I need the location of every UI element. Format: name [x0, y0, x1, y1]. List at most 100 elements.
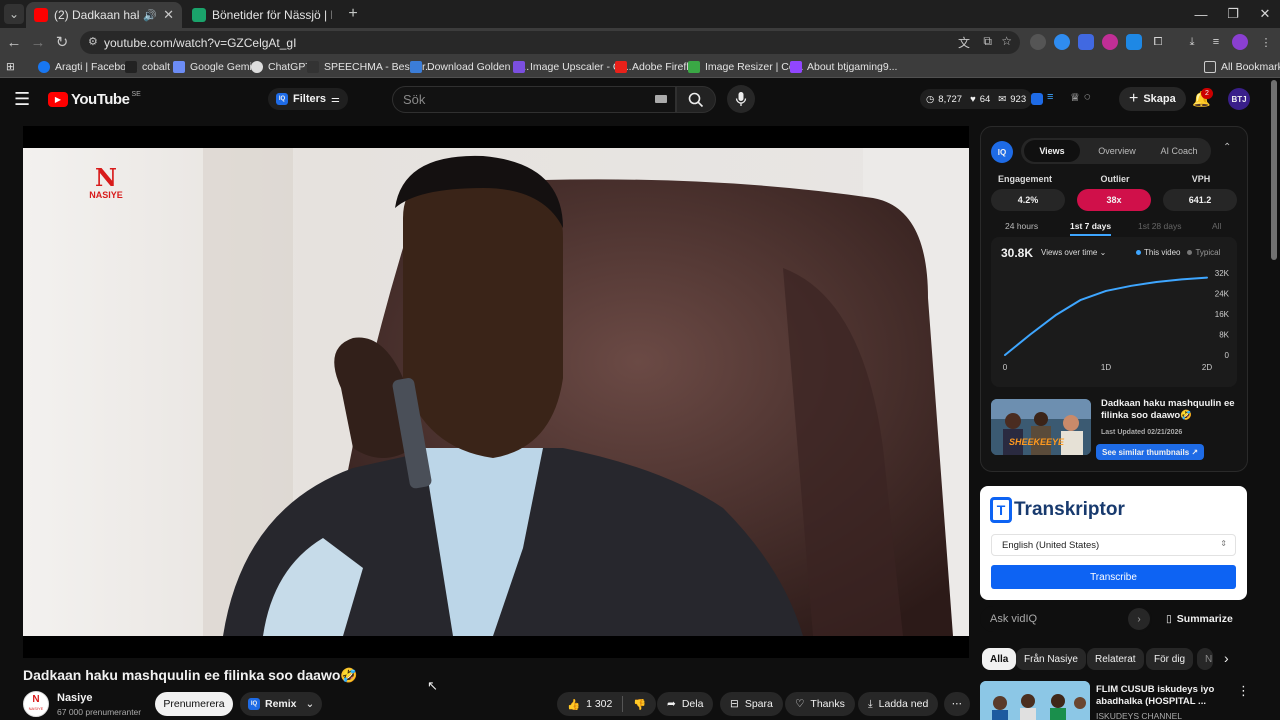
- close-window-icon[interactable]: ✕: [1250, 4, 1280, 24]
- video-thumbnail[interactable]: SHEEKEEYE: [991, 399, 1091, 455]
- views-dropdown[interactable]: Views over time ⌄: [1041, 248, 1106, 257]
- extension-4-icon[interactable]: [1102, 34, 1118, 50]
- extension-5-icon[interactable]: [1126, 34, 1142, 50]
- twitch-icon: [790, 61, 802, 73]
- minimize-icon[interactable]: —: [1186, 4, 1216, 24]
- metric-engagement: 4.2%: [991, 189, 1065, 211]
- vidiq-icon: IQ: [248, 698, 260, 710]
- recommended-thumbnail[interactable]: [980, 681, 1090, 720]
- maximize-icon[interactable]: ❐: [1218, 4, 1248, 24]
- account-avatar[interactable]: BTJ: [1228, 88, 1250, 110]
- channel-name[interactable]: Nasiye: [57, 692, 92, 704]
- extension-2-icon[interactable]: [1054, 34, 1070, 50]
- thumbnail-title: Dadkaan haku mashquulin ee filinka soo d…: [1101, 398, 1235, 421]
- send-arrow-icon[interactable]: ›: [1128, 608, 1150, 630]
- bookmark-chatgpt[interactable]: ChatGPT: [251, 59, 312, 75]
- tab-overview[interactable]: Overview: [1089, 140, 1145, 162]
- keyboard-icon[interactable]: [655, 95, 667, 103]
- downloads-icon[interactable]: ⤓: [1184, 34, 1200, 50]
- bookmark-star-icon[interactable]: ☆: [1001, 34, 1012, 48]
- subscriber-count: 67 000 prenumeranter: [57, 707, 142, 717]
- create-button[interactable]: + Skapa: [1119, 87, 1186, 111]
- see-similar-thumbnails-button[interactable]: See similar thumbnails ↗: [1096, 444, 1205, 460]
- comment-icon[interactable]: ◌: [1084, 91, 1091, 103]
- summarize-button[interactable]: ▯ Summarize: [1166, 613, 1233, 625]
- install-icon[interactable]: ⧉: [983, 34, 992, 49]
- bookmark-gemini[interactable]: Google Gemini: [173, 59, 260, 75]
- reading-list-icon[interactable]: ≡: [1208, 34, 1224, 50]
- extension-3-icon[interactable]: [1078, 34, 1094, 50]
- profile-avatar[interactable]: [1232, 34, 1248, 50]
- back-icon[interactable]: ←: [4, 32, 24, 52]
- download-button[interactable]: ⤓ Ladda ned: [858, 692, 939, 716]
- voice-search-button[interactable]: [727, 85, 755, 113]
- bookmark-firefly[interactable]: Adobe Firefly: [615, 59, 694, 75]
- new-tab-button[interactable]: +: [343, 4, 363, 24]
- bookmark-cobalt[interactable]: cobalt: [125, 59, 170, 75]
- menu-dots-icon[interactable]: ⋮: [1258, 34, 1274, 50]
- heart-dollar-icon: ♡: [795, 698, 805, 710]
- recommended-title[interactable]: FLIM CUSUB iskudeys iyo abadhalka (HOSPI…: [1096, 684, 1228, 708]
- save-button[interactable]: ⊟ Spara: [720, 692, 783, 716]
- tab-search-button[interactable]: ⌄: [4, 4, 24, 24]
- language-select[interactable]: English (United States) ⇕: [991, 534, 1236, 556]
- more-options-icon[interactable]: ⋮: [1237, 683, 1250, 699]
- more-actions-button[interactable]: ⋯: [944, 692, 970, 716]
- extensions-puzzle-icon[interactable]: ⧠: [1150, 34, 1166, 50]
- page-scrollbar[interactable]: [1271, 80, 1277, 260]
- chip-for-you[interactable]: För dig: [1146, 648, 1194, 670]
- remix-button[interactable]: IQ Remix ⌄: [240, 692, 323, 716]
- search-input[interactable]: Sök: [392, 86, 676, 113]
- apps-grid-icon[interactable]: ⊞: [6, 59, 15, 75]
- search-button[interactable]: [676, 86, 716, 113]
- translate-icon[interactable]: 文: [958, 34, 970, 51]
- reload-icon[interactable]: ↻: [52, 32, 72, 52]
- share-label: Dela: [681, 698, 704, 710]
- address-bar[interactable]: ⚙ youtube.com/watch?v=GZCelgAt_gI 文 ⧉ ☆: [80, 31, 1020, 54]
- chips-next-icon[interactable]: ›: [1224, 650, 1229, 666]
- range-24h[interactable]: 24 hours: [1005, 221, 1038, 231]
- list-icon[interactable]: ≡: [1047, 91, 1053, 103]
- channel-avatar[interactable]: N NASIYE: [23, 691, 49, 717]
- ask-vidiq-input[interactable]: Ask vidIQ ›: [980, 606, 1152, 632]
- thumbs-down-icon[interactable]: 👎: [633, 698, 646, 711]
- range-7d[interactable]: 1st 7 days: [1070, 221, 1112, 236]
- speaker-icon[interactable]: 🔊: [143, 9, 157, 22]
- trophy-icon[interactable]: ♕: [1070, 91, 1080, 104]
- bookmark-golden[interactable]: Download Golden B...: [410, 59, 529, 75]
- subscribe-button[interactable]: Prenumerera: [155, 692, 233, 716]
- close-tab-icon[interactable]: ✕: [163, 7, 174, 23]
- thanks-button[interactable]: ♡ Thanks: [785, 692, 855, 716]
- chip-from-nasiye[interactable]: Från Nasiye: [1016, 648, 1086, 670]
- tab-ai-coach[interactable]: AI Coach: [1151, 140, 1207, 162]
- forward-icon[interactable]: →: [28, 32, 48, 52]
- save-label: Spara: [744, 698, 773, 710]
- site-info-icon[interactable]: ⚙: [88, 35, 98, 48]
- tab-youtube[interactable]: (2) Dadkaan haku mashqu 🔊 ✕: [26, 2, 182, 28]
- collapse-icon[interactable]: ⌃: [1223, 142, 1231, 153]
- recommended-channel[interactable]: ISKUDEYS CHANNEL: [1096, 711, 1182, 720]
- series-line-this-video: [1004, 276, 1208, 356]
- youtube-logo[interactable]: ▶ YouTube SE: [48, 91, 141, 108]
- vidiq-icon: IQ: [276, 93, 288, 105]
- vidiq-filters-button[interactable]: IQ Filters ⚌: [268, 88, 348, 110]
- video-player[interactable]: N NASIYE: [23, 126, 969, 658]
- vidiq-toolbar-icon[interactable]: [1031, 93, 1043, 105]
- range-all[interactable]: All: [1212, 221, 1221, 231]
- tab-views[interactable]: Views: [1024, 140, 1080, 162]
- chip-related[interactable]: Relaterat: [1087, 648, 1144, 670]
- chip-truncated[interactable]: N: [1197, 648, 1213, 670]
- range-28d[interactable]: 1st 28 days: [1138, 221, 1181, 231]
- bookmark-facebook[interactable]: Aragti | Facebook: [38, 59, 137, 75]
- like-button[interactable]: 👍 1 302 👎: [557, 692, 657, 716]
- transcribe-button[interactable]: Transcribe: [991, 565, 1236, 589]
- bookmark-twitch[interactable]: About btjgaming9...: [790, 59, 897, 75]
- metric-outlier: 38x: [1077, 189, 1151, 211]
- share-button[interactable]: ➦ Dela: [657, 692, 714, 716]
- extension-1-icon[interactable]: [1030, 34, 1046, 50]
- all-bookmarks[interactable]: All Bookmarks: [1204, 59, 1280, 75]
- bookmark-resizer[interactable]: Image Resizer | Co...: [688, 59, 803, 75]
- chip-all[interactable]: Alla: [982, 648, 1017, 670]
- tab-islam[interactable]: Bönetider för Nässjö | Islam.nu: [184, 2, 340, 28]
- hamburger-menu-icon[interactable]: ☰: [14, 90, 34, 110]
